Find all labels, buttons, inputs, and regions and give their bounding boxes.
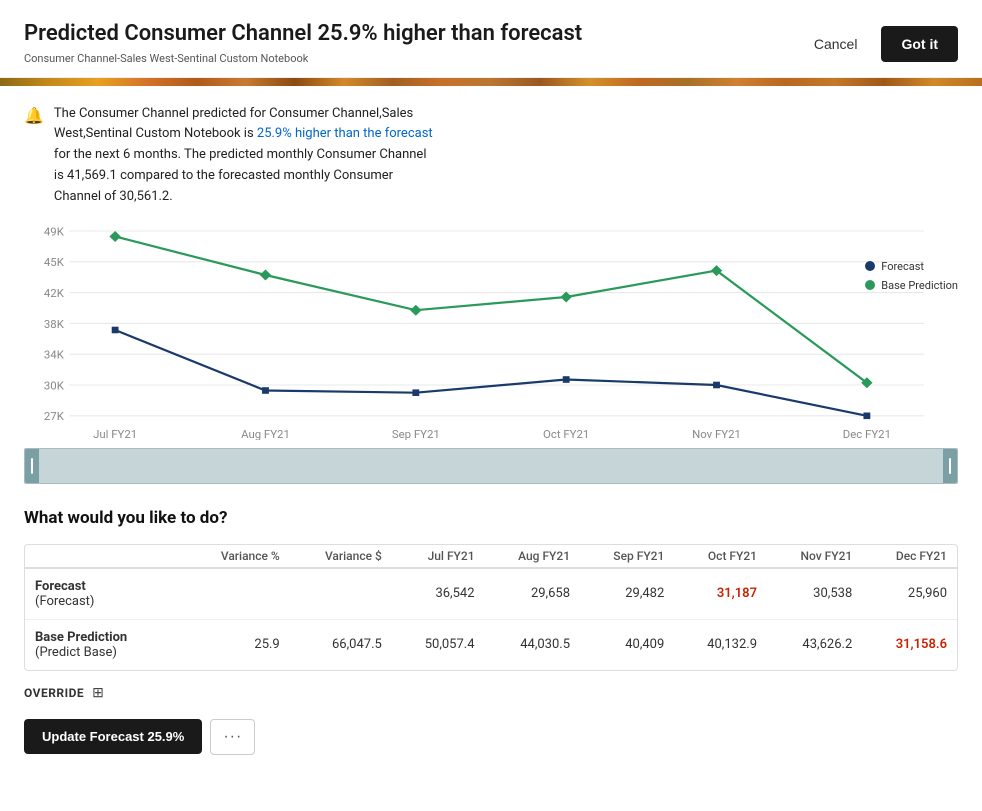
got-it-button[interactable]: Got it	[881, 26, 958, 62]
prediction-nov: 43,626.2	[767, 619, 862, 670]
forecast-point-dec	[863, 412, 870, 419]
header-actions: Cancel Got it	[802, 20, 958, 62]
more-options-button[interactable]: ···	[210, 719, 255, 755]
page-header: Predicted Consumer Channel 25.9% higher …	[0, 0, 982, 78]
override-row: OVERRIDE ⊞	[0, 671, 982, 711]
forecast-sep: 29,482	[580, 568, 674, 620]
legend-base-prediction: Base Prediction	[865, 279, 958, 292]
header-left: Predicted Consumer Channel 25.9% higher …	[24, 20, 802, 65]
col-header-label	[25, 545, 185, 568]
svg-text:38K: 38K	[44, 318, 65, 331]
table-row-base-prediction: Base Prediction(Predict Base) 25.9 66,04…	[25, 619, 957, 670]
table-header-row: Variance % Variance $ Jul FY21 Aug FY21 …	[25, 545, 957, 568]
svg-text:Nov FY21: Nov FY21	[692, 428, 741, 440]
forecast-variance-dollar	[290, 568, 392, 620]
chart-wrapper: 49K 45K 42K 38K 34K 30K 27K Jul FY21 Aug…	[24, 220, 958, 440]
forecast-point-aug	[262, 387, 269, 394]
svg-text:Sep FY21: Sep FY21	[392, 428, 440, 440]
svg-text:49K: 49K	[44, 225, 65, 238]
prediction-dec: 31,158.6	[862, 619, 957, 670]
prediction-row-label: Base Prediction(Predict Base)	[25, 619, 185, 670]
insight-box: 🔔 The Consumer Channel predicted for Con…	[0, 86, 982, 220]
scrollbar-handle-right[interactable]	[943, 449, 957, 483]
prediction-point-sep	[410, 304, 421, 315]
insight-text: The Consumer Channel predicted for Consu…	[54, 104, 434, 208]
prediction-point-aug	[260, 269, 271, 280]
decorative-banner	[0, 78, 982, 86]
forecast-point-sep	[412, 389, 419, 396]
table-row-forecast: Forecast(Forecast) 36,542 29,658 29,482 …	[25, 568, 957, 620]
svg-text:Dec FY21: Dec FY21	[843, 428, 891, 440]
svg-text:Oct FY21: Oct FY21	[543, 428, 589, 440]
forecast-row-label: Forecast(Forecast)	[25, 568, 185, 620]
svg-text:45K: 45K	[44, 256, 65, 269]
page-title: Predicted Consumer Channel 25.9% higher …	[24, 20, 802, 49]
prediction-jul: 50,057.4	[392, 619, 485, 670]
highlight-text: 25.9% higher than the forecast	[257, 126, 433, 141]
col-header-oct: Oct FY21	[674, 545, 767, 568]
update-forecast-button[interactable]: Update Forecast 25.9%	[24, 719, 202, 754]
col-header-variance-pct: Variance %	[185, 545, 290, 568]
bottom-actions: Update Forecast 25.9% ···	[0, 711, 982, 775]
col-header-variance-dollar: Variance $	[290, 545, 392, 568]
svg-text:27K: 27K	[44, 410, 65, 423]
prediction-point-jul	[109, 231, 120, 242]
forecast-point-oct	[563, 376, 570, 383]
forecast-jul: 36,542	[392, 568, 485, 620]
forecast-legend-label: Forecast	[881, 260, 924, 273]
forecast-nov: 30,538	[767, 568, 862, 620]
action-section: What would you like to do? Variance % Va…	[0, 500, 982, 671]
chart-container: 49K 45K 42K 38K 34K 30K 27K Jul FY21 Aug…	[0, 220, 982, 440]
col-header-aug: Aug FY21	[485, 545, 581, 568]
chart-scrollbar[interactable]	[24, 448, 958, 484]
prediction-sep: 40,409	[580, 619, 674, 670]
forecast-oct: 31,187	[674, 568, 767, 620]
forecast-variance-pct	[185, 568, 290, 620]
forecast-aug: 29,658	[485, 568, 581, 620]
col-header-dec: Dec FY21	[862, 545, 957, 568]
legend-forecast: Forecast	[865, 260, 958, 273]
col-header-jul: Jul FY21	[392, 545, 485, 568]
scrollbar-handle-left[interactable]	[25, 449, 39, 483]
col-header-sep: Sep FY21	[580, 545, 674, 568]
forecast-legend-dot	[865, 261, 875, 271]
forecast-point-jul	[112, 326, 119, 333]
prediction-variance-pct: 25.9	[185, 619, 290, 670]
prediction-aug: 44,030.5	[485, 619, 581, 670]
action-title: What would you like to do?	[24, 508, 958, 528]
chart-legend: Forecast Base Prediction	[865, 260, 958, 292]
svg-text:30K: 30K	[44, 379, 65, 392]
data-table-container: Variance % Variance $ Jul FY21 Aug FY21 …	[24, 544, 958, 671]
svg-text:34K: 34K	[44, 348, 65, 361]
cancel-button[interactable]: Cancel	[802, 30, 870, 58]
override-label: OVERRIDE	[24, 686, 84, 700]
page-subtitle: Consumer Channel-Sales West-Sentinal Cus…	[24, 52, 802, 65]
override-icon: ⊞	[92, 685, 104, 701]
prediction-oct: 40,132.9	[674, 619, 767, 670]
svg-text:Aug FY21: Aug FY21	[241, 428, 290, 440]
col-header-nov: Nov FY21	[767, 545, 862, 568]
data-table: Variance % Variance $ Jul FY21 Aug FY21 …	[25, 545, 957, 670]
prediction-variance-dollar: 66,047.5	[290, 619, 392, 670]
svg-text:Jul FY21: Jul FY21	[93, 428, 137, 440]
line-chart: 49K 45K 42K 38K 34K 30K 27K Jul FY21 Aug…	[24, 220, 958, 440]
prediction-legend-label: Base Prediction	[881, 279, 958, 292]
svg-text:42K: 42K	[44, 287, 65, 300]
handle-line-right	[949, 458, 951, 474]
bell-icon: 🔔	[24, 106, 44, 125]
handle-line-left	[31, 458, 33, 474]
forecast-point-nov	[713, 381, 720, 388]
prediction-legend-dot	[865, 280, 875, 290]
forecast-dec: 25,960	[862, 568, 957, 620]
